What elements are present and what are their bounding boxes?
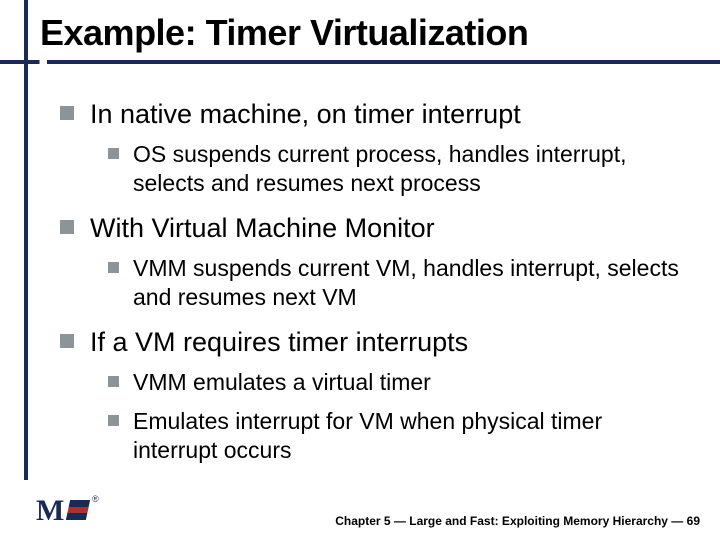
bullet-text: VMM suspends current VM, handles interru… xyxy=(133,254,690,312)
bullet-text: If a VM requires timer interrupts xyxy=(90,326,468,358)
list-item: Emulates interrupt for VM when physical … xyxy=(108,407,690,465)
list-item: VMM suspends current VM, handles interru… xyxy=(108,254,690,312)
bullet-text: Emulates interrupt for VM when physical … xyxy=(133,407,690,465)
square-bullet-icon xyxy=(60,220,74,234)
square-bullet-icon xyxy=(108,415,119,426)
title-area: Example: Timer Virtualization xyxy=(0,0,720,64)
list-item: OS suspends current process, handles int… xyxy=(108,140,690,198)
list-item: If a VM requires timer interrupts xyxy=(60,326,690,358)
square-bullet-icon xyxy=(60,106,74,120)
logo-flag-icon xyxy=(66,500,90,520)
logo-letter: M xyxy=(36,494,64,527)
list-item: In native machine, on timer interrupt xyxy=(60,98,690,130)
left-accent-bar xyxy=(24,0,28,480)
square-bullet-icon xyxy=(108,376,119,387)
square-bullet-icon xyxy=(108,262,119,273)
registered-mark: ® xyxy=(92,494,99,504)
bullet-text: OS suspends current process, handles int… xyxy=(133,140,690,198)
square-bullet-icon xyxy=(108,148,119,159)
slide-footer: Chapter 5 — Large and Fast: Exploiting M… xyxy=(335,514,700,528)
bullet-text: With Virtual Machine Monitor xyxy=(90,212,435,244)
bullet-text: VMM emulates a virtual timer xyxy=(133,368,431,397)
square-bullet-icon xyxy=(60,334,74,348)
list-item: VMM emulates a virtual timer xyxy=(108,368,690,397)
slide-title: Example: Timer Virtualization xyxy=(40,12,720,54)
list-item: With Virtual Machine Monitor xyxy=(60,212,690,244)
bullet-text: In native machine, on timer interrupt xyxy=(90,98,521,130)
slide-content: In native machine, on timer interrupt OS… xyxy=(0,64,720,464)
publisher-logo: M ® xyxy=(36,496,100,530)
